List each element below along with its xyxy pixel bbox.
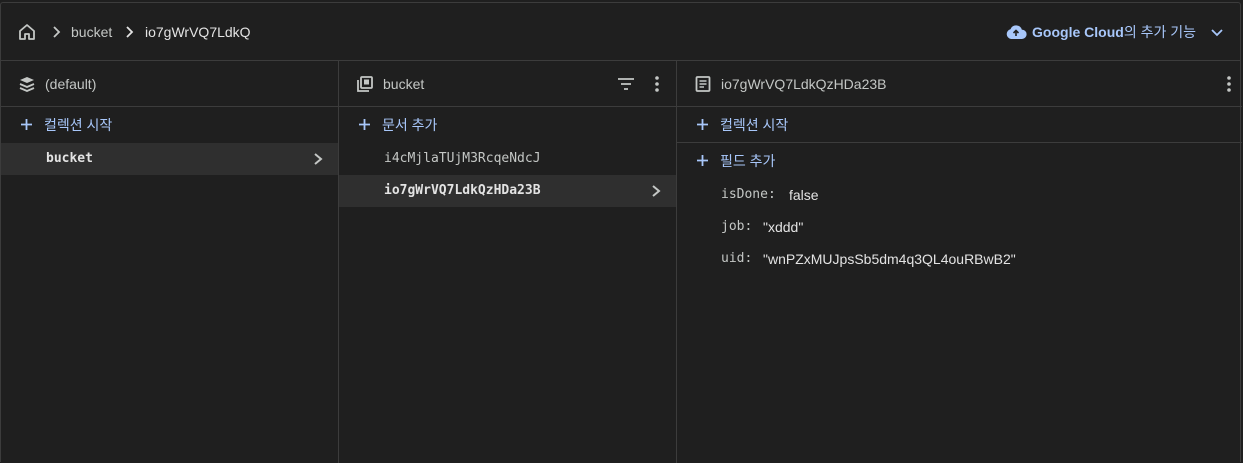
collection-panel: bucket 문서 추가 i4cMjlaTUjM3RcqeNdcJ io7gWr… xyxy=(339,61,677,463)
collection-icon xyxy=(357,76,373,92)
document-item[interactable]: io7gWrVQ7LdkQzHDa23B xyxy=(339,175,676,207)
document-item-label: i4cMjlaTUjM3RcqeNdcJ xyxy=(384,151,541,166)
field-row[interactable]: job: "xddd" xyxy=(677,211,1242,243)
root-panel-title: (default) xyxy=(45,76,97,92)
start-collection-label: 컬렉션 시작 xyxy=(44,117,113,133)
plus-icon xyxy=(697,155,708,166)
start-collection-button[interactable]: 컬렉션 시작 xyxy=(1,107,338,143)
add-document-button[interactable]: 문서 추가 xyxy=(339,107,676,143)
document-item[interactable]: i4cMjlaTUjM3RcqeNdcJ xyxy=(339,143,676,175)
start-subcollection-label: 컬렉션 시작 xyxy=(720,117,789,133)
chevron-right-icon xyxy=(53,26,61,38)
google-cloud-extras-button[interactable]: Google Cloud 의 추가 기능 xyxy=(1005,21,1224,43)
chevron-right-icon xyxy=(314,153,323,165)
filter-icon[interactable] xyxy=(616,76,636,92)
field-key: isDone: xyxy=(721,187,776,202)
collection-panel-header: bucket xyxy=(339,61,676,107)
top-bar: bucket io7gWrVQ7LdkQ Google Cloud 의 추가 기… xyxy=(1,3,1240,61)
document-item-label: io7gWrVQ7LdkQzHDa23B xyxy=(384,183,541,198)
start-subcollection-button[interactable]: 컬렉션 시작 xyxy=(677,107,1242,143)
collection-panel-title: bucket xyxy=(383,76,425,92)
plus-icon xyxy=(697,119,708,130)
collection-item[interactable]: bucket xyxy=(1,143,338,175)
root-panel: (default) 컬렉션 시작 bucket xyxy=(1,61,339,463)
google-cloud-brand: Google Cloud xyxy=(1032,24,1124,40)
field-key: uid: xyxy=(721,251,753,266)
firestore-data-viewer: bucket io7gWrVQ7LdkQ Google Cloud 의 추가 기… xyxy=(0,2,1242,463)
extras-label: 의 추가 기능 xyxy=(1123,24,1196,40)
chevron-right-icon xyxy=(126,26,134,38)
panels-container: (default) 컬렉션 시작 bucket bucket 문서 추가 i4c… xyxy=(1,61,1242,463)
field-row[interactable]: isDone: false xyxy=(677,179,1242,211)
collection-item-label: bucket xyxy=(46,151,93,166)
field-value: "wnPZxMUJpsSb5dm4q3QL4ouRBwB2" xyxy=(763,251,1016,267)
field-value: "xddd" xyxy=(763,219,804,235)
more-vert-icon[interactable] xyxy=(654,75,660,93)
chevron-down-icon xyxy=(1211,29,1223,37)
document-panel-title: io7gWrVQ7LdkQzHDa23B xyxy=(721,76,887,92)
more-vert-icon[interactable] xyxy=(1226,75,1232,93)
plus-icon xyxy=(21,119,32,130)
field-value: false xyxy=(789,187,819,203)
document-icon xyxy=(695,76,711,92)
chevron-right-icon xyxy=(652,185,661,197)
breadcrumb-document[interactable]: io7gWrVQ7LdkQ xyxy=(145,24,251,40)
root-panel-header: (default) xyxy=(1,61,338,107)
document-panel-header: io7gWrVQ7LdkQzHDa23B xyxy=(677,61,1242,107)
document-panel: io7gWrVQ7LdkQzHDa23B 컬렉션 시작 필드 추가 isDone… xyxy=(677,61,1242,463)
add-field-label: 필드 추가 xyxy=(720,153,776,169)
plus-icon xyxy=(359,119,370,130)
field-row[interactable]: uid: "wnPZxMUJpsSb5dm4q3QL4ouRBwB2" xyxy=(677,243,1242,275)
field-key: job: xyxy=(721,219,753,234)
breadcrumb-collection[interactable]: bucket xyxy=(71,24,112,40)
add-document-label: 문서 추가 xyxy=(382,117,438,133)
database-stack-icon xyxy=(19,77,35,92)
cloud-upload-icon xyxy=(1006,25,1027,39)
add-field-button[interactable]: 필드 추가 xyxy=(677,143,1242,179)
home-icon[interactable] xyxy=(17,22,37,42)
